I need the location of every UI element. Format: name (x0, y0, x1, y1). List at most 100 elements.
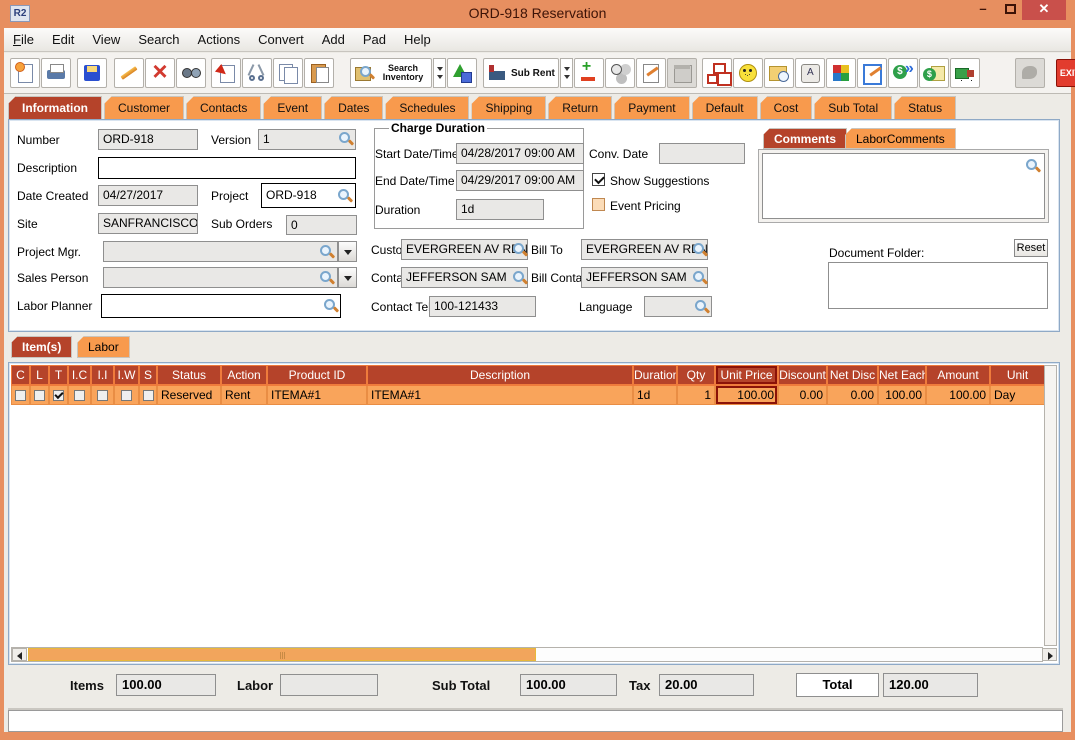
tab-event[interactable]: Event (263, 96, 322, 119)
row-checkbox-ic[interactable] (74, 390, 85, 401)
shortcut-button[interactable] (795, 58, 825, 88)
tab-cost[interactable]: Cost (760, 96, 813, 119)
tab-subtotal[interactable]: Sub Total (814, 96, 892, 119)
tab-labor[interactable]: Labor (77, 336, 130, 358)
tab-comments[interactable]: Comments (763, 128, 847, 149)
row-checkbox-l[interactable] (34, 390, 45, 401)
menu-help[interactable]: Help (395, 28, 440, 47)
cell-net-disc[interactable]: 0.00 (828, 386, 877, 404)
menu-file[interactable]: File (4, 28, 43, 47)
sub-rent-button[interactable]: Sub Rent (483, 58, 559, 88)
contact-search-icon[interactable] (512, 270, 527, 285)
cell-status[interactable]: Reserved (158, 386, 220, 404)
cell-description[interactable]: ITEMA#1 (368, 386, 632, 404)
sales-person-dropdown[interactable] (338, 267, 357, 288)
delete-button[interactable] (145, 58, 175, 88)
scroll-right-arrow[interactable] (1042, 648, 1057, 661)
billing-notes-button[interactable] (919, 58, 949, 88)
col-net-each[interactable]: Net Each (879, 366, 925, 384)
menu-convert[interactable]: Convert (249, 28, 313, 47)
comments-search-icon[interactable] (1025, 158, 1040, 173)
bill-to-search-icon[interactable] (692, 242, 707, 257)
cell-s[interactable] (140, 386, 156, 404)
table-row[interactable]: Reserved Rent ITEMA#1 ITEMA#1 1d 1 100.0… (11, 386, 1047, 405)
cell-ic[interactable] (69, 386, 90, 404)
cell-unit[interactable]: Day (991, 386, 1044, 404)
menu-pad[interactable]: Pad (354, 28, 395, 47)
search-inventory-dropdown[interactable] (433, 58, 446, 88)
description-field[interactable] (98, 157, 356, 179)
transfer-button[interactable] (211, 58, 241, 88)
customer-field[interactable]: EVERGREEN AV RENTALS (401, 239, 528, 260)
tab-dates[interactable]: Dates (324, 96, 383, 119)
convert-currency-button[interactable] (888, 58, 918, 88)
product-shapes-button[interactable] (447, 58, 477, 88)
col-s[interactable]: S (140, 366, 156, 384)
bill-contact-field[interactable]: JEFFERSON SAM (581, 267, 708, 288)
maximize-button[interactable] (999, 0, 1021, 20)
org-chart-button[interactable] (702, 58, 732, 88)
sub-rent-dropdown[interactable] (560, 58, 573, 88)
menu-search[interactable]: Search (129, 28, 188, 47)
col-iw[interactable]: I.W (115, 366, 138, 384)
row-checkbox-c[interactable] (15, 390, 26, 401)
project-mgr-search-icon[interactable] (319, 244, 334, 259)
cell-t[interactable] (50, 386, 67, 404)
close-button[interactable]: ✕ (1022, 0, 1066, 20)
edit-button[interactable] (114, 58, 144, 88)
row-checkbox-s[interactable] (143, 390, 154, 401)
title-bar[interactable]: R2 ORD-918 Reservation – ✕ (0, 0, 1075, 28)
end-datetime-field[interactable]: 04/29/2017 09:00 AM (456, 170, 584, 191)
cell-qty[interactable]: 1 (678, 386, 714, 404)
col-c[interactable]: C (12, 366, 29, 384)
tab-return[interactable]: Return (548, 96, 612, 119)
col-t[interactable]: T (50, 366, 67, 384)
col-ii[interactable]: I.I (92, 366, 113, 384)
cell-discount[interactable]: 0.00 (779, 386, 826, 404)
tab-payment[interactable]: Payment (614, 96, 689, 119)
col-status[interactable]: Status (158, 366, 220, 384)
cell-duration[interactable]: 1d (634, 386, 676, 404)
cut-button[interactable] (242, 58, 272, 88)
col-l[interactable]: L (31, 366, 48, 384)
duration-field[interactable]: 1d (456, 199, 544, 220)
col-unit[interactable]: Unit (991, 366, 1044, 384)
notes-button[interactable] (636, 58, 666, 88)
project-mgr-dropdown[interactable] (338, 241, 357, 262)
feedback-button[interactable] (733, 58, 763, 88)
col-duration[interactable]: Duration (634, 366, 676, 384)
project-mgr-field[interactable] (103, 241, 338, 262)
search-inventory-button[interactable]: Search Inventory (350, 58, 432, 88)
cell-unit-price[interactable]: 100.00 (716, 386, 777, 404)
show-suggestions-checkbox[interactable] (592, 173, 605, 186)
scroll-thumb[interactable] (28, 648, 536, 661)
edit-notes-button[interactable] (857, 58, 887, 88)
row-checkbox-ii[interactable] (97, 390, 108, 401)
tab-information[interactable]: Information (8, 96, 102, 119)
row-checkbox-t[interactable] (53, 390, 64, 401)
menu-edit[interactable]: Edit (43, 28, 83, 47)
col-unit-price[interactable]: Unit Price (716, 366, 777, 384)
col-discount[interactable]: Discount (779, 366, 826, 384)
col-net-disc[interactable]: Net Disc (828, 366, 877, 384)
tab-items[interactable]: Item(s) (11, 336, 72, 358)
cell-action[interactable]: Rent (222, 386, 266, 404)
project-search-icon[interactable] (337, 188, 352, 203)
col-qty[interactable]: Qty (678, 366, 714, 384)
tab-shipping[interactable]: Shipping (471, 96, 546, 119)
document-folder-box[interactable] (828, 262, 1048, 309)
row-checkbox-iw[interactable] (121, 390, 132, 401)
horizontal-scrollbar[interactable] (11, 647, 1043, 662)
shipping-button[interactable] (950, 58, 980, 88)
contact-tel-field[interactable]: 100-121433 (429, 296, 536, 317)
comments-textarea[interactable] (762, 153, 1045, 219)
sales-person-search-icon[interactable] (319, 270, 334, 285)
bill-to-field[interactable]: EVERGREEN AV RENTALS (581, 239, 708, 260)
cell-iw[interactable] (115, 386, 138, 404)
minimize-button[interactable]: – (972, 0, 994, 20)
tab-default[interactable]: Default (692, 96, 758, 119)
start-datetime-field[interactable]: 04/28/2017 09:00 AM (456, 143, 584, 164)
col-description[interactable]: Description (368, 366, 632, 384)
col-action[interactable]: Action (222, 366, 266, 384)
menu-actions[interactable]: Actions (189, 28, 250, 47)
